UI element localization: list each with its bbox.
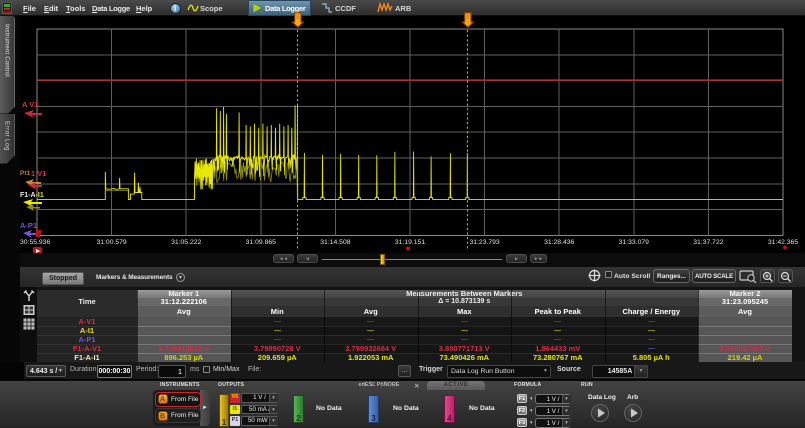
svg-text:Pt1: Pt1 xyxy=(20,170,31,177)
svg-text:31:23.793: 31:23.793 xyxy=(469,239,499,246)
svg-text:31:00.579: 31:00.579 xyxy=(96,239,126,246)
svg-text:30:55.936: 30:55.936 xyxy=(20,239,50,246)
svg-text:31:19.151: 31:19.151 xyxy=(395,239,425,246)
svg-text:31:09.865: 31:09.865 xyxy=(246,239,276,246)
svg-text:31:42.365: 31:42.365 xyxy=(768,239,798,246)
svg-text:A V1: A V1 xyxy=(22,100,38,109)
svg-text:31:37.722: 31:37.722 xyxy=(693,239,723,246)
svg-text:1 V1: 1 V1 xyxy=(31,169,46,178)
svg-text:A-P1: A-P1 xyxy=(20,221,37,230)
svg-text:31:14.508: 31:14.508 xyxy=(320,239,350,246)
svg-text:31:05.222: 31:05.222 xyxy=(171,239,201,246)
svg-text:31:33.079: 31:33.079 xyxy=(619,239,649,246)
svg-text:31:28.436: 31:28.436 xyxy=(544,239,574,246)
svg-text:F1-A-I1: F1-A-I1 xyxy=(20,192,44,199)
